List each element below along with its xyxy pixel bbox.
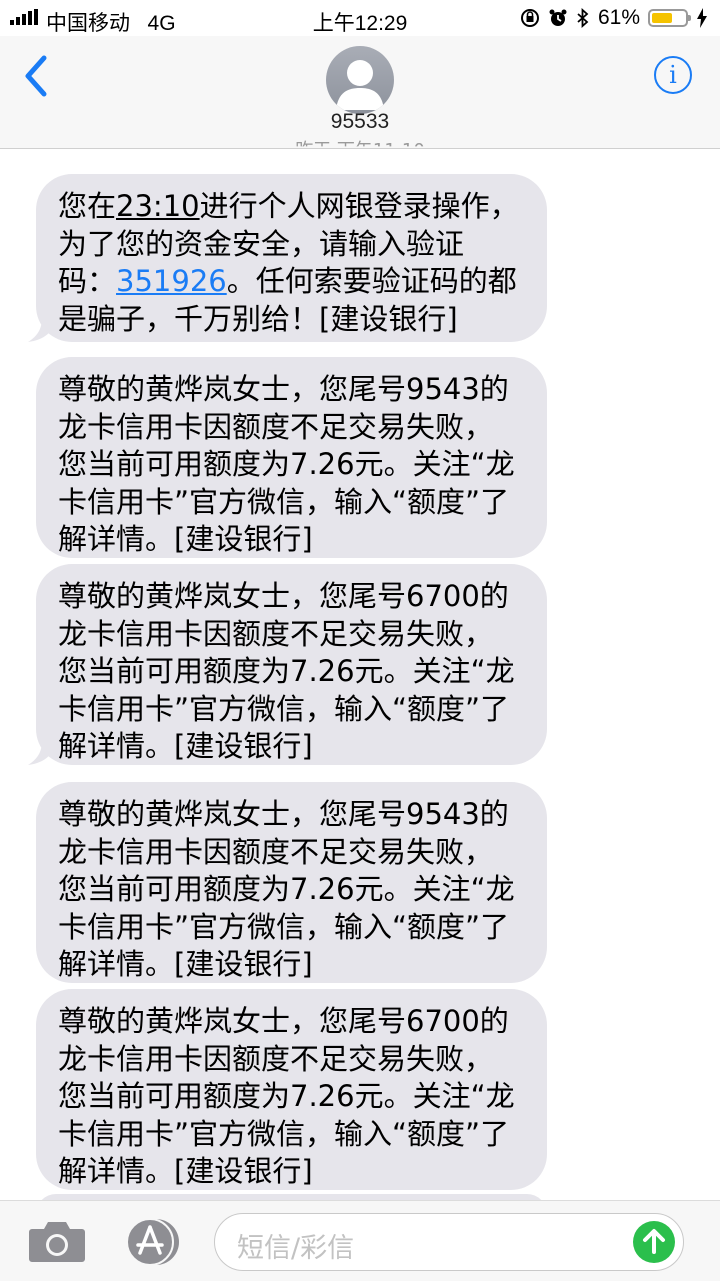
conversation-header: 95533 i bbox=[0, 36, 720, 149]
orientation-lock-icon bbox=[520, 9, 539, 27]
bubble-tail bbox=[28, 741, 56, 765]
contact-name[interactable]: 95533 bbox=[0, 110, 720, 134]
message-bubble[interactable]: 您在23:10进行个人网银登录操作， 为了您的资金安全，请输入验证 码：3519… bbox=[36, 174, 547, 342]
bubble-tail bbox=[28, 318, 56, 342]
message-bubble[interactable]: 尊敬的黄烨岚女士，您尾号9543的 龙卡信用卡因额度不足交易失败， 您当前可用额… bbox=[36, 357, 547, 558]
bluetooth-icon bbox=[577, 8, 589, 28]
status-right-group: 61% bbox=[520, 6, 708, 30]
message-text: 尊敬的黄烨岚女士，您尾号9543的 龙卡信用卡因额度不足交易失败， 您当前可用额… bbox=[58, 372, 515, 556]
message-input-placeholder: 短信/彩信 bbox=[237, 1233, 355, 1264]
contact-avatar[interactable] bbox=[326, 46, 394, 114]
charging-bolt-icon bbox=[697, 8, 707, 28]
message-text: 尊敬的黄烨岚女士，您尾号6700的 龙卡信用卡因额度不足交易失败， 您当前可用额… bbox=[58, 579, 515, 763]
message-bubble[interactable]: 尊敬的黄烨岚女士，您尾号6700的 龙卡信用卡因额度不足交易失败， 您当前可用额… bbox=[36, 989, 547, 1190]
info-icon[interactable]: i bbox=[654, 56, 692, 94]
message-timestamp: 昨天 下午11:10 bbox=[295, 140, 425, 161]
camera-icon[interactable] bbox=[28, 1219, 86, 1263]
app-store-icon[interactable] bbox=[122, 1217, 184, 1267]
status-bar: 中国移动 4G 上午12:29 61% bbox=[0, 0, 720, 36]
person-silhouette-icon bbox=[336, 60, 384, 110]
time-link[interactable]: 23:10 bbox=[116, 189, 200, 223]
message-text: 尊敬的黄烨岚女士，您尾号9543的 龙卡信用卡因额度不足交易失败， 您当前可用额… bbox=[58, 797, 515, 981]
back-chevron-icon[interactable] bbox=[18, 54, 58, 98]
send-arrow-icon bbox=[643, 1229, 665, 1254]
send-button[interactable] bbox=[633, 1221, 675, 1263]
message-bubble[interactable]: 尊敬的黄烨岚女士，您尾号6700的 龙卡信用卡因额度不足交易失败， 您当前可用额… bbox=[36, 564, 547, 765]
message-input[interactable]: 短信/彩信 bbox=[214, 1213, 684, 1271]
compose-bar: 短信/彩信 bbox=[0, 1200, 720, 1281]
message-text: 您在 bbox=[58, 189, 117, 223]
verification-code-link[interactable]: 351926 bbox=[116, 264, 227, 298]
message-text: 尊敬的黄烨岚女士，您尾号6700的 龙卡信用卡因额度不足交易失败， 您当前可用额… bbox=[58, 1004, 515, 1188]
battery-icon bbox=[648, 9, 691, 27]
alarm-icon bbox=[549, 9, 567, 26]
battery-percent: 61% bbox=[597, 6, 640, 29]
message-bubble[interactable]: 尊敬的黄烨岚女士，您尾号9543的 龙卡信用卡因额度不足交易失败， 您当前可用额… bbox=[36, 782, 547, 983]
